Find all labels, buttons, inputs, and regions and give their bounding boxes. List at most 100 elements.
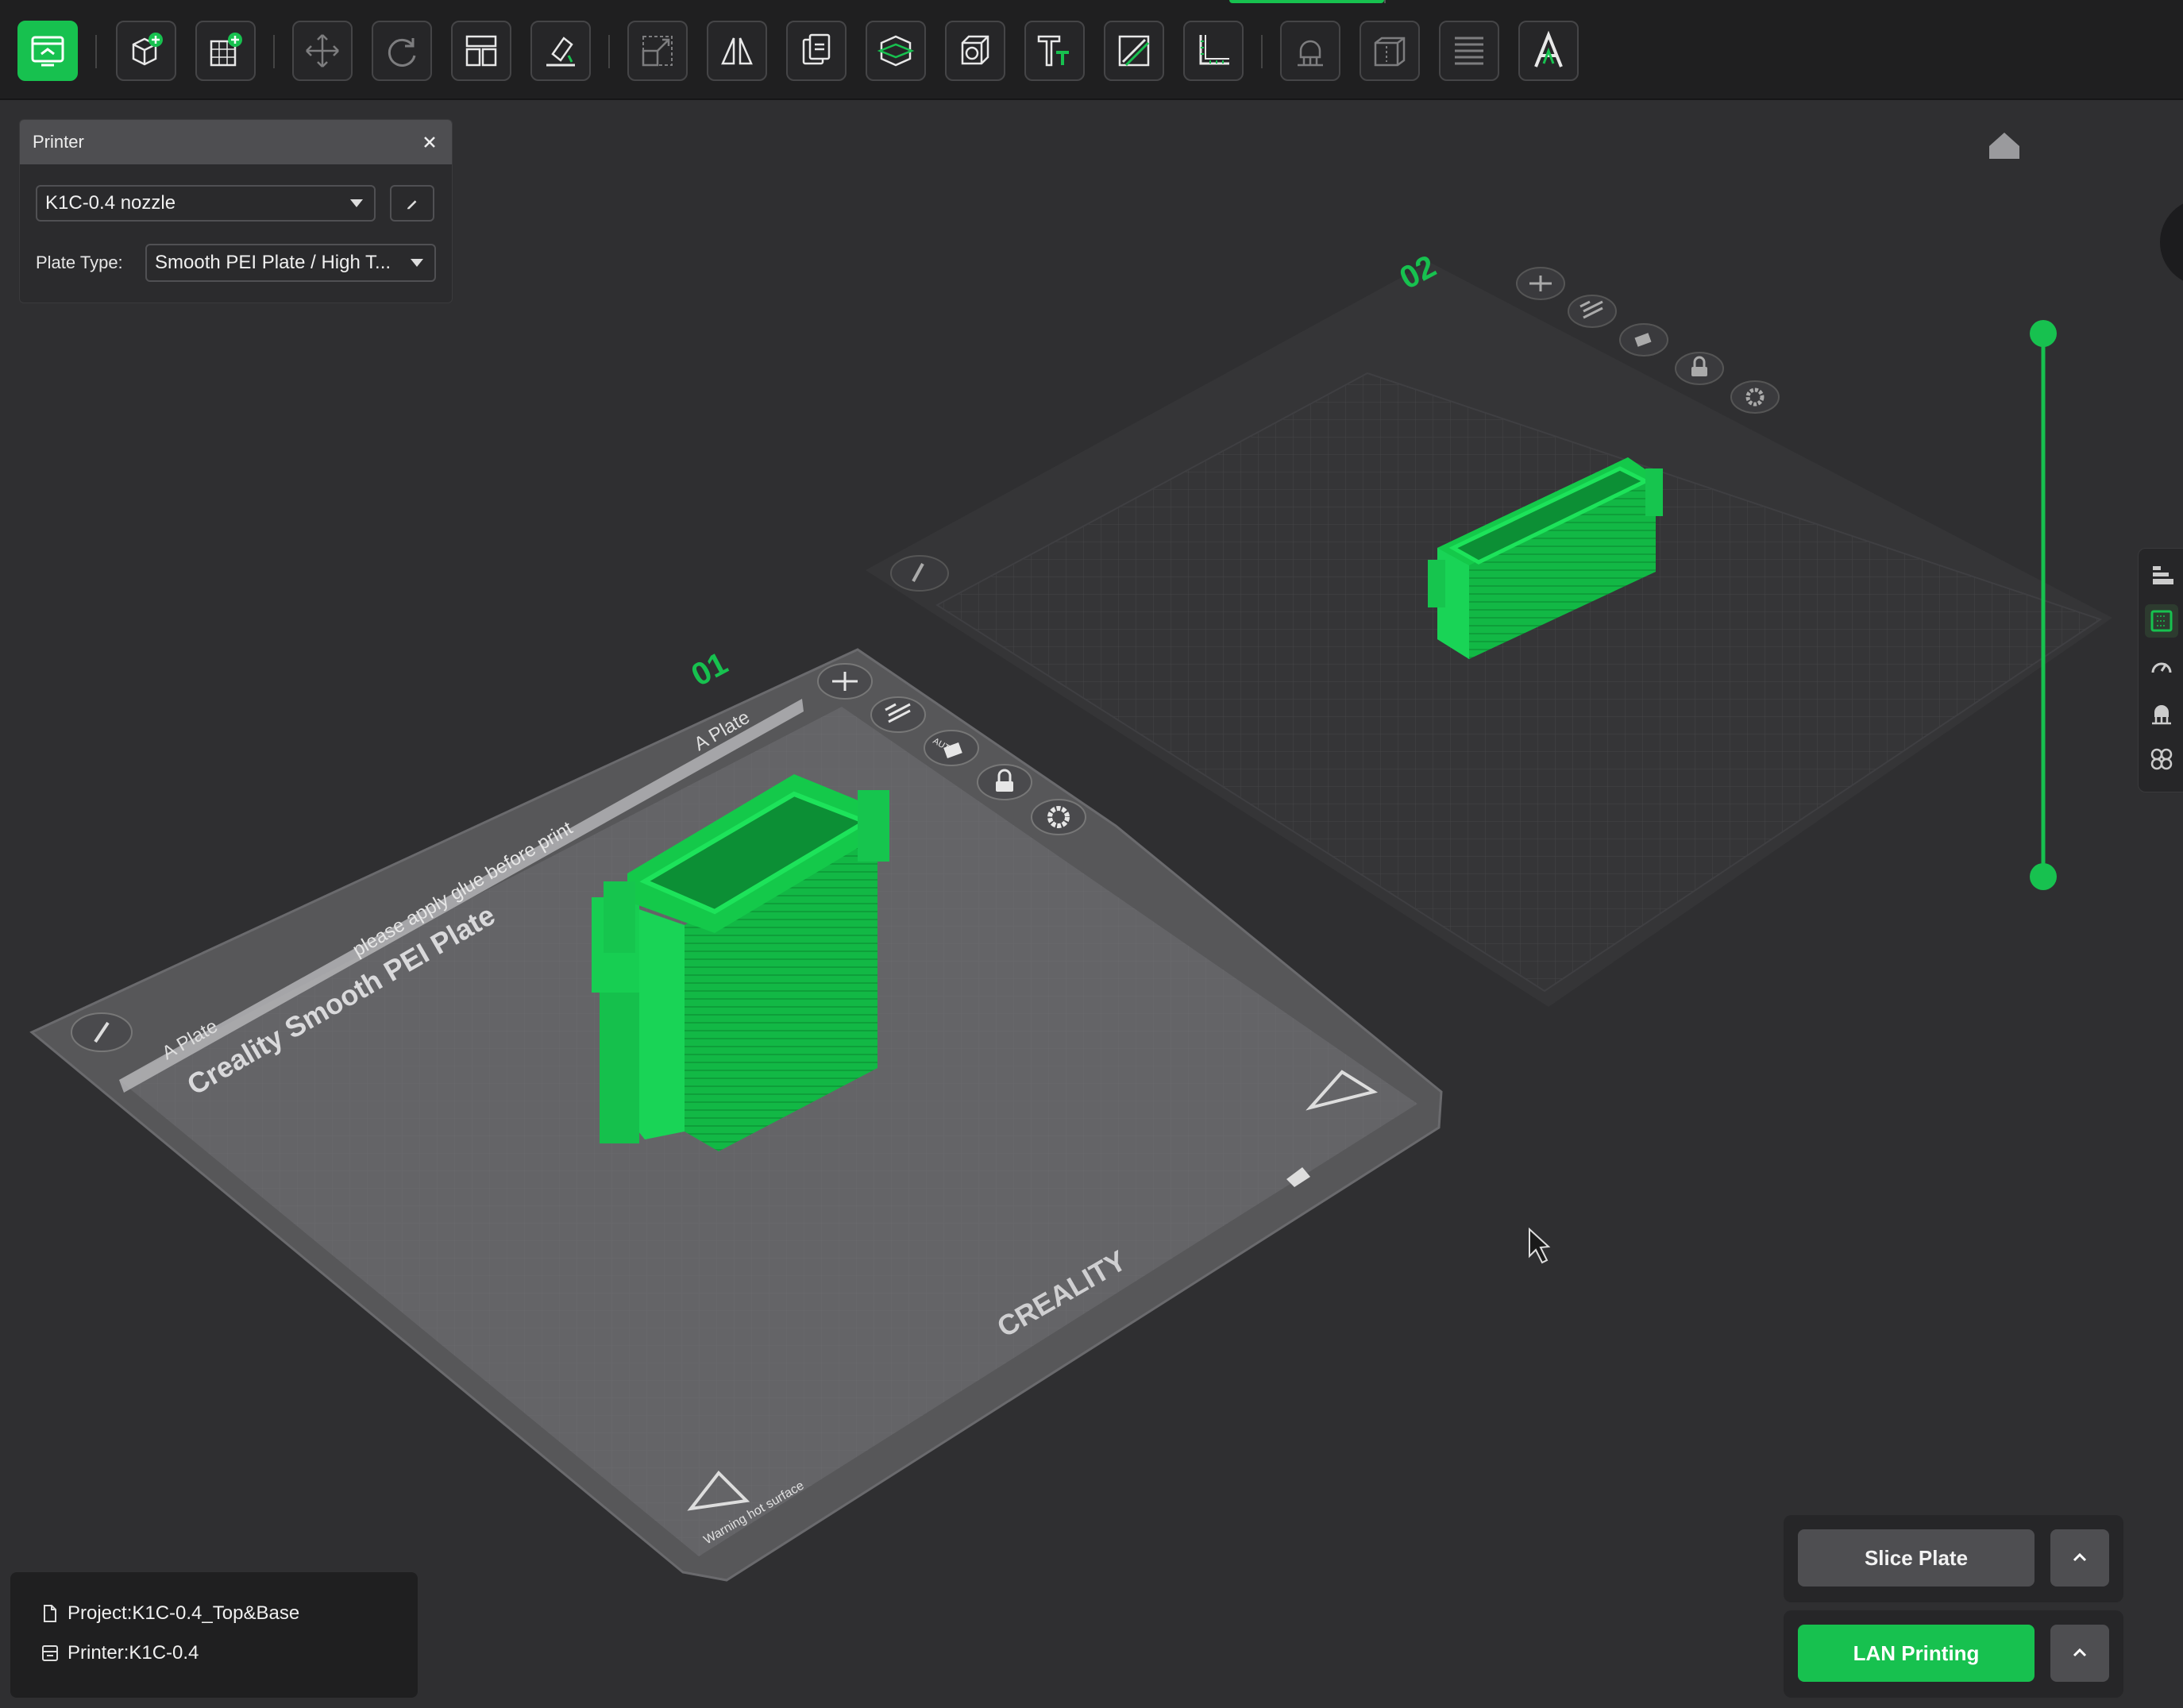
speedometer-icon xyxy=(2151,662,2172,673)
plate-01-lock-button[interactable] xyxy=(977,764,1032,800)
assembly-text-button[interactable] xyxy=(1518,21,1579,81)
printer-select[interactable]: K1C-0.4 nozzle xyxy=(36,185,376,222)
move-icon xyxy=(306,34,339,67)
object-list-icon xyxy=(2153,566,2173,584)
move-button[interactable] xyxy=(292,21,353,81)
printer-panel: Printer K1C-0.4 nozzle Plate Type: Smoot… xyxy=(19,119,453,303)
plate-01-add-button[interactable] xyxy=(817,663,873,700)
print-options-button[interactable] xyxy=(2050,1625,2109,1682)
pencil-icon xyxy=(407,200,417,210)
seam-paint-button[interactable] xyxy=(1360,21,1420,81)
text-button[interactable] xyxy=(1024,21,1085,81)
plate-01-number: 01 xyxy=(686,646,734,693)
file-icon xyxy=(44,1605,56,1622)
arrange-button[interactable] xyxy=(451,21,511,81)
chevron-up-icon xyxy=(2073,1648,2087,1657)
layer-slider-top-handle[interactable] xyxy=(2030,320,2057,347)
chevron-up-icon xyxy=(2073,1552,2087,1562)
hollow-icon xyxy=(961,35,989,65)
mouse-cursor xyxy=(1529,1227,1551,1264)
home-view-button[interactable] xyxy=(1989,133,2019,159)
dock-multi-material-button[interactable] xyxy=(2145,742,2178,776)
lay-on-face-button[interactable] xyxy=(530,21,591,81)
plate-01-settings-button[interactable] xyxy=(1031,799,1086,835)
add-object-button[interactable] xyxy=(116,21,176,81)
toolbar-separator xyxy=(95,35,97,68)
close-icon xyxy=(424,137,435,148)
layer-slider-bottom-handle[interactable] xyxy=(2030,863,2057,890)
dock-speed-button[interactable] xyxy=(2145,650,2178,684)
right-side-dock xyxy=(2138,548,2183,792)
cut-icon xyxy=(877,35,915,67)
plate-grid-icon xyxy=(2150,610,2173,632)
printer-icon xyxy=(42,1645,58,1661)
prepare-view-button[interactable] xyxy=(17,21,78,81)
toolbar-separator xyxy=(273,35,275,68)
clone-icon xyxy=(802,33,831,65)
layers-button[interactable] xyxy=(1439,21,1499,81)
mirror-icon xyxy=(721,37,753,65)
edit-printer-button[interactable] xyxy=(390,185,434,222)
tab-divider xyxy=(1384,0,1386,3)
plate-02-lock-button[interactable] xyxy=(1675,352,1724,385)
arrange-icon xyxy=(465,35,497,67)
close-button[interactable] xyxy=(417,129,442,155)
mirror-button[interactable] xyxy=(707,21,767,81)
add-plate-button[interactable] xyxy=(195,21,256,81)
printer-panel-title: Printer xyxy=(33,132,84,152)
main-toolbar xyxy=(0,0,2183,100)
rotate-icon xyxy=(388,38,416,67)
plate-01-edit-button[interactable] xyxy=(71,1012,133,1052)
printer-panel-header: Printer xyxy=(20,120,452,164)
scale-icon xyxy=(642,36,673,67)
measure-button[interactable] xyxy=(1183,21,1244,81)
monitor-icon xyxy=(31,36,64,67)
dock-plate-button[interactable] xyxy=(2145,604,2178,638)
plate-type-value: Smooth PEI Plate / High T... xyxy=(155,252,391,273)
cube-add-icon xyxy=(132,33,163,66)
letter-a-icon xyxy=(1534,30,1563,67)
plate-01-arrange-button[interactable] xyxy=(870,696,926,733)
clone-button[interactable] xyxy=(786,21,847,81)
plate-type-select[interactable]: Smooth PEI Plate / High T... xyxy=(145,244,436,282)
rotate-button[interactable] xyxy=(372,21,432,81)
dock-support-button[interactable] xyxy=(2145,696,2178,730)
side-panel-collapse-handle[interactable] xyxy=(2160,199,2183,286)
split-button[interactable] xyxy=(1104,21,1164,81)
plate-02-add-button[interactable] xyxy=(1516,267,1565,300)
home-icon xyxy=(1989,133,2019,159)
chevron-down-icon xyxy=(350,199,363,207)
lan-printing-button[interactable]: LAN Printing xyxy=(1798,1625,2035,1682)
print-action-group: LAN Printing xyxy=(1784,1610,2123,1698)
hollow-button[interactable] xyxy=(945,21,1005,81)
seam-icon xyxy=(1374,37,1406,67)
plate-02-settings-button[interactable] xyxy=(1730,380,1780,414)
text-icon xyxy=(1037,35,1069,67)
slice-options-button[interactable] xyxy=(2050,1529,2109,1587)
clover-icon xyxy=(2150,748,2173,770)
cut-button[interactable] xyxy=(866,21,926,81)
project-name: Project:K1C-0.4_Top&Base xyxy=(67,1602,300,1624)
build-plate-scene[interactable]: 02 Creality Smooth PEI Plate please appl… xyxy=(0,98,2183,1708)
plate-01-auto-orient-button[interactable]: AUTO xyxy=(924,730,979,766)
plate-02-auto-orient-button[interactable] xyxy=(1619,323,1668,357)
layers-icon xyxy=(1455,37,1483,65)
plate-02-arrange-button[interactable] xyxy=(1568,295,1617,328)
measure-icon xyxy=(1199,35,1229,65)
toolbar-separator xyxy=(608,35,610,68)
printer-select-value: K1C-0.4 nozzle xyxy=(45,192,176,214)
plate-type-label: Plate Type: xyxy=(36,253,123,272)
support-paint-icon xyxy=(1298,40,1323,67)
chevron-down-icon xyxy=(411,259,423,267)
support-icon xyxy=(2152,705,2171,725)
project-info-row: Project:K1C-0.4_Top&Base xyxy=(40,1602,299,1625)
project-info-box: Project:K1C-0.4_Top&Base Printer:K1C-0.4 xyxy=(10,1572,418,1698)
plate-02-edit-button[interactable] xyxy=(890,555,949,592)
support-paint-button[interactable] xyxy=(1280,21,1340,81)
scale-button[interactable] xyxy=(627,21,688,81)
slice-plate-button[interactable]: Slice Plate xyxy=(1798,1529,2035,1587)
active-tab-indicator xyxy=(1229,0,1384,3)
dock-objects-button[interactable] xyxy=(2145,558,2178,592)
toolbar-separator xyxy=(1261,35,1263,68)
slice-action-group: Slice Plate xyxy=(1784,1515,2123,1602)
